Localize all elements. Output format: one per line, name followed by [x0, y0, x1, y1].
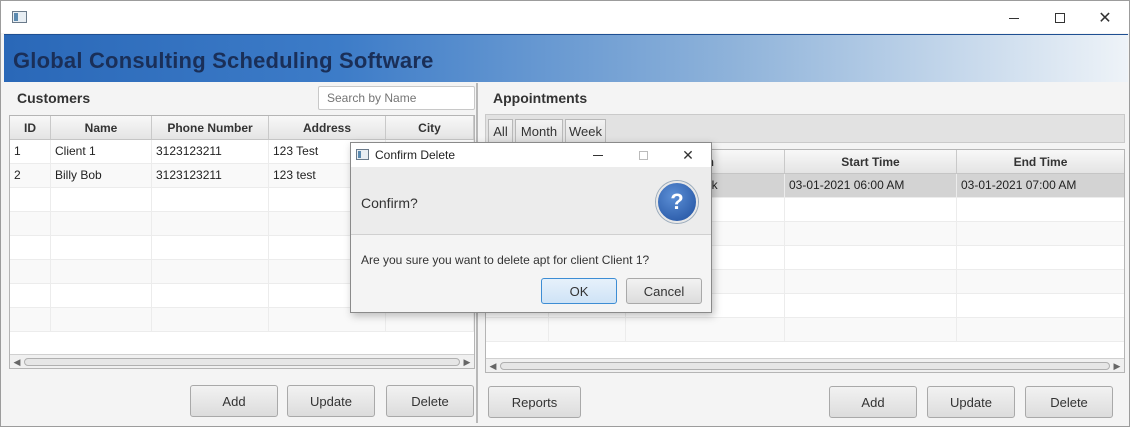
close-button[interactable]: ✕: [1082, 5, 1128, 31]
close-icon: ✕: [1098, 10, 1112, 27]
column-header-id[interactable]: ID: [10, 116, 51, 139]
customer-search-input[interactable]: [318, 86, 475, 110]
dialog-titlebar: Confirm Delete ✕: [351, 143, 711, 167]
maximize-icon: [1055, 13, 1065, 23]
tab-all[interactable]: All: [488, 119, 513, 143]
column-header-start-time[interactable]: Start Time: [785, 150, 957, 173]
cell-id: 1: [10, 140, 51, 163]
minimize-button[interactable]: [991, 5, 1037, 31]
scroll-right-icon[interactable]: ▶: [461, 356, 473, 368]
table-row-empty: [486, 318, 1124, 342]
dialog-message: Are you sure you want to delete apt for …: [361, 253, 650, 267]
app-window: ✕ Global Consulting Scheduling Software …: [0, 0, 1130, 427]
maximize-icon: [638, 150, 648, 160]
dialog-header: Confirm? ?: [351, 167, 711, 235]
column-header-name[interactable]: Name: [51, 116, 152, 139]
cell-start-time: 03-01-2021 06:00 AM: [785, 174, 957, 197]
scrollbar-thumb[interactable]: [500, 362, 1110, 370]
confirm-delete-dialog: Confirm Delete ✕ Confirm? ? Are you sure…: [350, 142, 712, 313]
scroll-left-icon[interactable]: ◀: [11, 356, 23, 368]
cell-end-time: 03-01-2021 07:00 AM: [957, 174, 1124, 197]
app-icon: [12, 11, 27, 23]
customers-horizontal-scrollbar[interactable]: ◀ ▶: [10, 354, 474, 368]
maximize-button[interactable]: [1037, 5, 1083, 31]
tab-month[interactable]: Month: [515, 119, 563, 143]
question-icon: ?: [656, 181, 698, 223]
scrollbar-thumb[interactable]: [24, 358, 460, 366]
dialog-title: Confirm Delete: [375, 148, 456, 162]
ok-button[interactable]: OK: [541, 278, 617, 304]
minimize-icon: [1009, 17, 1019, 19]
add-appointment-button[interactable]: Add: [829, 386, 917, 418]
app-title: Global Consulting Scheduling Software: [13, 48, 434, 73]
add-customer-button[interactable]: Add: [190, 385, 278, 417]
column-header-phone[interactable]: Phone Number: [152, 116, 269, 139]
window-titlebar: ✕: [1, 1, 1129, 33]
delete-appointment-button[interactable]: Delete: [1025, 386, 1113, 418]
scroll-left-icon[interactable]: ◀: [487, 360, 499, 372]
appointments-title: Appointments: [493, 90, 588, 106]
appointment-filter-tabs: All Month Week: [485, 114, 1125, 143]
cell-phone: 3123123211: [152, 164, 269, 187]
dialog-close-button[interactable]: ✕: [673, 146, 703, 164]
scroll-right-icon[interactable]: ▶: [1111, 360, 1123, 372]
customers-table-header: ID Name Phone Number Address City: [10, 116, 474, 140]
cell-id: 2: [10, 164, 51, 187]
update-customer-button[interactable]: Update: [287, 385, 375, 417]
tab-week[interactable]: Week: [565, 119, 606, 143]
dialog-minimize-button[interactable]: [583, 146, 613, 164]
cell-name: Client 1: [51, 140, 152, 163]
appointments-horizontal-scrollbar[interactable]: ◀ ▶: [486, 358, 1124, 372]
reports-button[interactable]: Reports: [488, 386, 581, 418]
dialog-app-icon: [356, 149, 369, 160]
column-header-city[interactable]: City: [386, 116, 474, 139]
dialog-header-text: Confirm?: [361, 195, 418, 211]
update-appointment-button[interactable]: Update: [927, 386, 1015, 418]
delete-customer-button[interactable]: Delete: [386, 385, 474, 417]
close-icon: ✕: [682, 146, 694, 163]
dialog-maximize-button: [628, 146, 658, 164]
customers-title: Customers: [17, 90, 91, 106]
cancel-button[interactable]: Cancel: [626, 278, 702, 304]
app-banner: Global Consulting Scheduling Software: [4, 34, 1128, 82]
cell-name: Billy Bob: [51, 164, 152, 187]
column-header-end-time[interactable]: End Time: [957, 150, 1124, 173]
minimize-icon: [593, 154, 603, 156]
cell-phone: 3123123211: [152, 140, 269, 163]
column-header-address[interactable]: Address: [269, 116, 386, 139]
